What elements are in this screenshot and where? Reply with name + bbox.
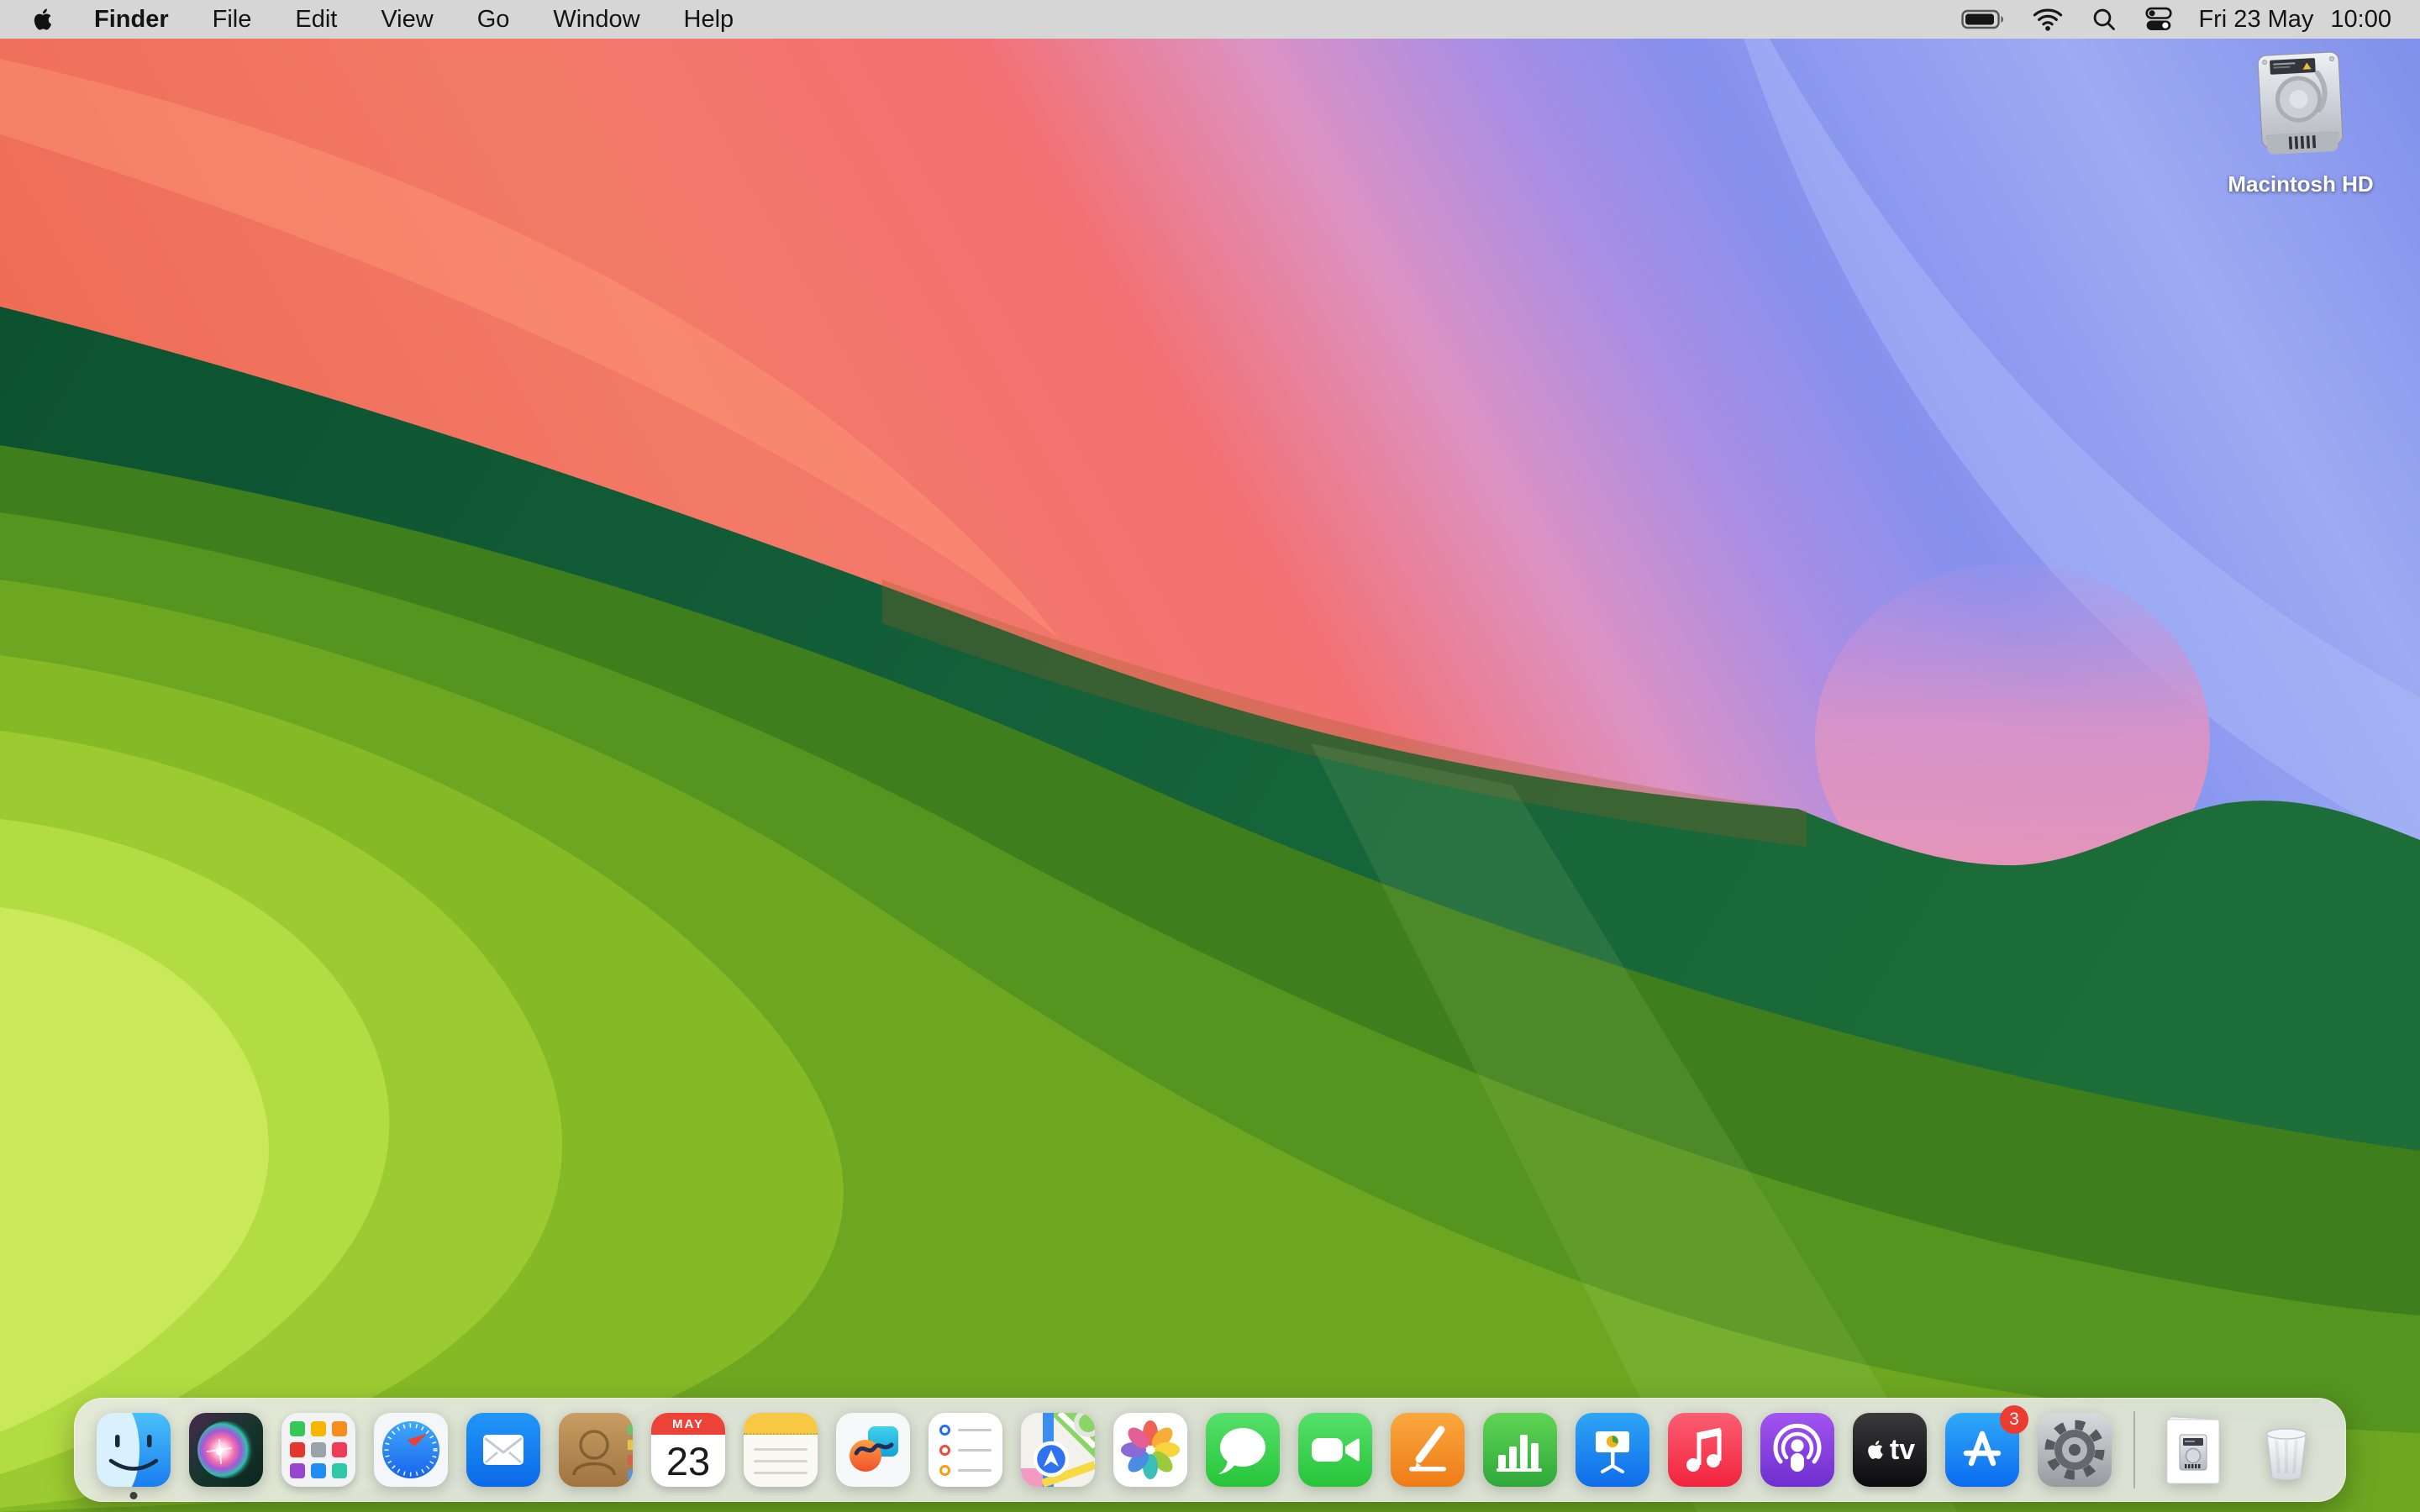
dock-reminders[interactable]	[929, 1413, 1002, 1487]
dock-app-store[interactable]: 3	[1945, 1413, 2019, 1487]
dock-music[interactable]	[1668, 1413, 1742, 1487]
dock-pages[interactable]	[1391, 1413, 1465, 1487]
dock: MAY 23	[74, 1398, 2346, 1502]
menu-bar-status: Fri 23 May 10:00	[1948, 0, 2391, 39]
apple-logo-icon	[30, 7, 55, 32]
dock-maps[interactable]	[1021, 1413, 1095, 1487]
menu-bar-clock[interactable]: Fri 23 May 10:00	[2186, 6, 2391, 34]
dock-safari[interactable]	[374, 1413, 448, 1487]
control-center-icon[interactable]	[2131, 0, 2186, 39]
clock-date: Fri 23 May	[2198, 6, 2313, 34]
photos-icon	[1113, 1413, 1187, 1487]
mail-icon	[466, 1413, 540, 1487]
menu-edit[interactable]: Edit	[273, 0, 359, 39]
dock-trash[interactable]	[2249, 1413, 2323, 1487]
dock-divider	[2133, 1411, 2135, 1488]
apple-menu[interactable]	[29, 0, 72, 39]
dock-siri[interactable]	[189, 1413, 263, 1487]
podcasts-icon	[1760, 1413, 1834, 1487]
calendar-day: 23	[651, 1435, 725, 1487]
finder-running-indicator	[130, 1492, 138, 1499]
launchpad-icon	[281, 1413, 355, 1487]
app-store-badge: 3	[2000, 1405, 2028, 1434]
freeform-icon	[836, 1413, 910, 1487]
facetime-icon	[1298, 1413, 1372, 1487]
maps-icon	[1021, 1413, 1095, 1487]
dock-facetime[interactable]	[1298, 1413, 1372, 1487]
dock-freeform[interactable]	[836, 1413, 910, 1487]
music-icon	[1668, 1413, 1742, 1487]
menu-window[interactable]: Window	[531, 0, 661, 39]
dock-podcasts[interactable]	[1760, 1413, 1834, 1487]
menu-file[interactable]: File	[191, 0, 274, 39]
menu-go[interactable]: Go	[455, 0, 532, 39]
dock-keynote[interactable]	[1576, 1413, 1649, 1487]
tv-icon: tv	[1853, 1413, 1927, 1487]
numbers-icon	[1483, 1413, 1557, 1487]
dock-system-settings[interactable]	[2038, 1413, 2112, 1487]
macos-desktop: Finder File Edit View Go Window Help Fri…	[0, 0, 2420, 1512]
documents-stack-icon	[2157, 1413, 2231, 1487]
wifi-icon[interactable]	[2018, 0, 2077, 39]
dock-launchpad[interactable]	[281, 1413, 355, 1487]
hard-drive-icon	[2245, 49, 2356, 166]
trash-icon	[2249, 1413, 2323, 1487]
keynote-icon	[1576, 1413, 1649, 1487]
wallpaper-sonoma-art	[0, 0, 2420, 1512]
desktop-icon-macintosh-hd[interactable]: Macintosh HD	[2227, 49, 2375, 197]
dock-calendar[interactable]: MAY 23	[651, 1413, 725, 1487]
menu-finder[interactable]: Finder	[72, 0, 191, 39]
menu-help[interactable]: Help	[662, 0, 756, 39]
calendar-icon: MAY 23	[651, 1413, 725, 1487]
search-icon[interactable]	[2077, 0, 2131, 39]
dock-mail[interactable]	[466, 1413, 540, 1487]
dock-messages[interactable]	[1206, 1413, 1280, 1487]
settings-gear-icon	[2038, 1413, 2112, 1487]
dock-documents[interactable]	[2157, 1413, 2231, 1487]
tv-label: tv	[1890, 1434, 1915, 1467]
finder-icon	[97, 1413, 171, 1487]
siri-icon	[189, 1413, 263, 1487]
notes-icon	[744, 1413, 818, 1487]
reminders-icon	[929, 1413, 1002, 1487]
dock-notes[interactable]	[744, 1413, 818, 1487]
dock-numbers[interactable]	[1483, 1413, 1557, 1487]
dock-photos[interactable]	[1113, 1413, 1187, 1487]
battery-icon[interactable]	[1948, 0, 2018, 39]
contacts-icon	[559, 1413, 633, 1487]
menu-view[interactable]: View	[359, 0, 455, 39]
menu-bar-left: Finder File Edit View Go Window Help	[29, 0, 755, 39]
dock-tv[interactable]: tv	[1853, 1413, 1927, 1487]
pages-icon	[1391, 1413, 1465, 1487]
desktop-icon-label: Macintosh HD	[2228, 171, 2373, 197]
dock-contacts[interactable]	[559, 1413, 633, 1487]
menu-bar: Finder File Edit View Go Window Help Fri…	[0, 0, 2420, 39]
calendar-month: MAY	[651, 1413, 725, 1435]
dock-finder[interactable]	[97, 1413, 171, 1487]
clock-time: 10:00	[2330, 6, 2391, 34]
apple-logo-small-icon	[1865, 1439, 1886, 1461]
safari-icon	[374, 1413, 448, 1487]
messages-icon	[1206, 1413, 1280, 1487]
